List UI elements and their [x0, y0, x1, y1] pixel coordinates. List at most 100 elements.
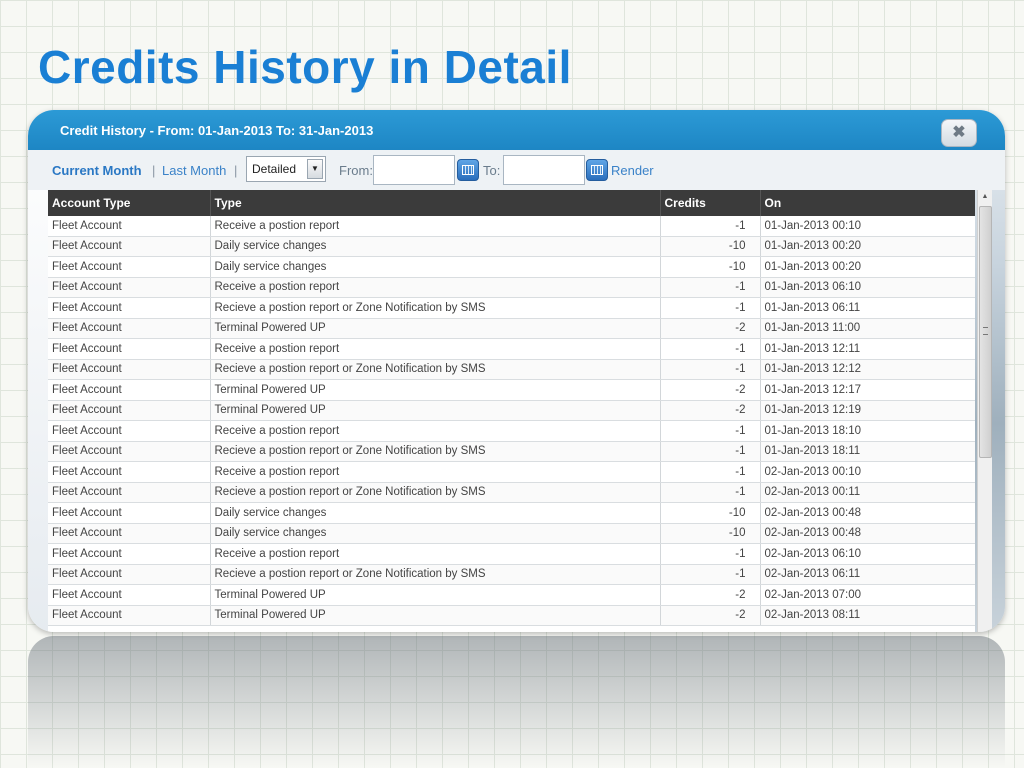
- cell-on: 02-Jan-2013 07:00: [760, 584, 975, 606]
- cell-account-type: Fleet Account: [48, 256, 211, 278]
- cell-on: 01-Jan-2013 06:10: [760, 277, 975, 298]
- table-row[interactable]: Fleet Account Daily service changes -10 01-…: [48, 236, 975, 257]
- table-header-row: Account Type Type Credits On: [48, 190, 975, 216]
- table-row[interactable]: Fleet Account Terminal Powered UP -2 02-Jan…: [48, 605, 975, 626]
- cell-account-type: Fleet Account: [48, 584, 211, 606]
- cell-account-type: Fleet Account: [48, 338, 211, 360]
- cell-on: 01-Jan-2013 06:11: [760, 297, 975, 319]
- cell-credits: -10: [660, 502, 761, 524]
- table-row[interactable]: Fleet Account Terminal Powered UP -2 01-Jan…: [48, 318, 975, 339]
- table-row[interactable]: Fleet Account Terminal Powered UP -2 01-Jan…: [48, 400, 975, 421]
- table-row[interactable]: Fleet Account Receive a postion report -1 0…: [48, 277, 975, 298]
- table-row[interactable]: Fleet Account Receive a postion report -1 0…: [48, 543, 975, 565]
- cell-credits: -1: [660, 277, 761, 298]
- separator: |: [234, 163, 238, 178]
- cell-account-type: Fleet Account: [48, 420, 211, 442]
- cell-type: Receive a postion report: [210, 338, 661, 360]
- table-row[interactable]: Fleet Account Receive a postion report -1 0…: [48, 461, 975, 483]
- calendar-icon[interactable]: [457, 159, 479, 181]
- column-header-type[interactable]: Type: [210, 190, 661, 216]
- table-row[interactable]: Fleet Account Recieve a postion report or…: [48, 482, 975, 503]
- cell-account-type: Fleet Account: [48, 379, 211, 401]
- cell-on: 01-Jan-2013 00:20: [760, 236, 975, 257]
- cell-type: Receive a postion report: [210, 543, 661, 565]
- table-row[interactable]: Fleet Account Daily service changes -10 02-…: [48, 502, 975, 524]
- calendar-icon[interactable]: [586, 159, 608, 181]
- cell-credits: -10: [660, 236, 761, 257]
- current-month-link[interactable]: Current Month: [52, 163, 142, 178]
- cell-on: 01-Jan-2013 00:20: [760, 256, 975, 278]
- cell-account-type: Fleet Account: [48, 400, 211, 421]
- cell-on: 01-Jan-2013 12:17: [760, 379, 975, 401]
- dialog-titlebar: Credit History - From: 01-Jan-2013 To: 3…: [28, 110, 1005, 150]
- table-row[interactable]: Fleet Account Recieve a postion report or…: [48, 441, 975, 462]
- cell-type: Receive a postion report: [210, 216, 661, 237]
- table-row[interactable]: Fleet Account Receive a postion report -1 0…: [48, 216, 975, 237]
- dialog-title: Credit History - From: 01-Jan-2013 To: 3…: [60, 123, 374, 138]
- last-month-link[interactable]: Last Month: [162, 163, 226, 178]
- cell-account-type: Fleet Account: [48, 359, 211, 380]
- table-row[interactable]: Fleet Account Recieve a postion report or…: [48, 359, 975, 380]
- cell-type: Receive a postion report: [210, 277, 661, 298]
- cell-account-type: Fleet Account: [48, 605, 211, 626]
- table-row[interactable]: Fleet Account Terminal Powered UP -2 01-Jan…: [48, 379, 975, 401]
- cell-credits: -10: [660, 256, 761, 278]
- cell-type: Daily service changes: [210, 502, 661, 524]
- table-row[interactable]: Fleet Account Terminal Powered UP -2 02-Jan…: [48, 584, 975, 606]
- table-row[interactable]: Fleet Account Recieve a postion report or…: [48, 297, 975, 319]
- cell-on: 01-Jan-2013 12:19: [760, 400, 975, 421]
- close-button[interactable]: ✖: [941, 119, 977, 147]
- filter-toolbar: Current Month | Last Month | Detailed ▼ …: [28, 150, 1005, 190]
- cell-credits: -2: [660, 400, 761, 421]
- scrollbar-thumb[interactable]: [979, 206, 992, 458]
- scroll-up-arrow-icon[interactable]: ▲: [980, 192, 990, 202]
- cell-on: 01-Jan-2013 18:10: [760, 420, 975, 442]
- cell-on: 01-Jan-2013 12:12: [760, 359, 975, 380]
- chevron-down-icon[interactable]: ▼: [307, 159, 323, 179]
- cell-type: Terminal Powered UP: [210, 379, 661, 401]
- cell-type: Terminal Powered UP: [210, 318, 661, 339]
- cell-on: 02-Jan-2013 00:48: [760, 502, 975, 524]
- cell-credits: -1: [660, 543, 761, 565]
- cell-on: 02-Jan-2013 00:10: [760, 461, 975, 483]
- to-label: To:: [483, 163, 501, 178]
- cell-type: Recieve a postion report or Zone Notific…: [210, 441, 661, 462]
- render-link[interactable]: Render: [611, 163, 654, 178]
- from-label: From:: [339, 163, 373, 178]
- to-date-input[interactable]: [503, 155, 585, 185]
- cell-on: 02-Jan-2013 00:11: [760, 482, 975, 503]
- vertical-scrollbar[interactable]: ▲: [977, 190, 992, 632]
- table-row[interactable]: Fleet Account Recieve a postion report or…: [48, 564, 975, 585]
- cell-credits: -1: [660, 297, 761, 319]
- cell-account-type: Fleet Account: [48, 543, 211, 565]
- credit-history-table: Account Type Type Credits On Fleet Accou…: [48, 190, 975, 626]
- cell-account-type: Fleet Account: [48, 461, 211, 483]
- cell-type: Daily service changes: [210, 523, 661, 544]
- cell-account-type: Fleet Account: [48, 277, 211, 298]
- cell-type: Terminal Powered UP: [210, 584, 661, 606]
- cell-type: Recieve a postion report or Zone Notific…: [210, 482, 661, 503]
- cell-type: Terminal Powered UP: [210, 605, 661, 626]
- cell-type: Daily service changes: [210, 256, 661, 278]
- cell-credits: -1: [660, 461, 761, 483]
- from-date-input[interactable]: [373, 155, 455, 185]
- table-row[interactable]: Fleet Account Daily service changes -10 01-…: [48, 256, 975, 278]
- view-select[interactable]: Detailed ▼: [246, 156, 326, 182]
- cell-type: Receive a postion report: [210, 461, 661, 483]
- cell-credits: -1: [660, 420, 761, 442]
- cell-credits: -1: [660, 338, 761, 360]
- cell-type: Terminal Powered UP: [210, 400, 661, 421]
- table-row[interactable]: Fleet Account Receive a postion report -1 0…: [48, 338, 975, 360]
- cell-on: 01-Jan-2013 18:11: [760, 441, 975, 462]
- cell-on: 01-Jan-2013 11:00: [760, 318, 975, 339]
- table-row[interactable]: Fleet Account Daily service changes -10 02-…: [48, 523, 975, 544]
- credit-history-grid: Account Type Type Credits On Fleet Accou…: [48, 190, 975, 632]
- cell-account-type: Fleet Account: [48, 502, 211, 524]
- cell-on: 01-Jan-2013 12:11: [760, 338, 975, 360]
- table-row[interactable]: Fleet Account Receive a postion report -1 0…: [48, 420, 975, 442]
- screenshot-frame: Credit History - From: 01-Jan-2013 To: 3…: [28, 110, 1005, 632]
- cell-credits: -2: [660, 605, 761, 626]
- column-header-on[interactable]: On: [760, 190, 975, 216]
- column-header-account-type[interactable]: Account Type: [48, 190, 211, 216]
- column-header-credits[interactable]: Credits: [660, 190, 761, 216]
